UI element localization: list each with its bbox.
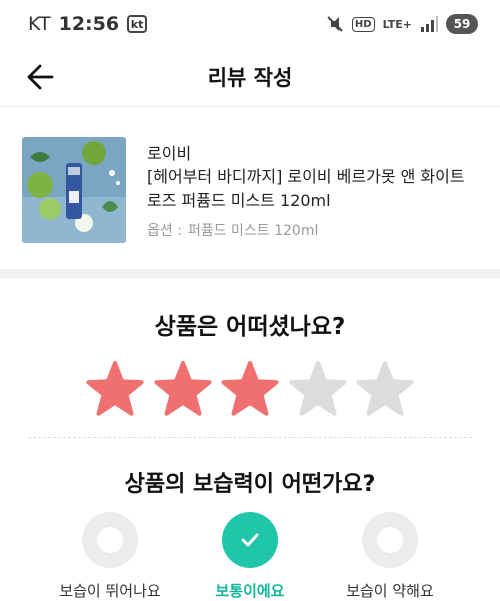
carrier-name: KT — [28, 13, 51, 35]
moisture-options: 보습이 뛰어나요 보통이에요 보습이 약해요 — [40, 512, 460, 600]
check-circle-icon — [222, 512, 278, 568]
product-brand: 로이비 — [147, 144, 192, 163]
moisture-option-label: 보습이 뛰어나요 — [59, 582, 161, 600]
app-bar: 리뷰 작성 — [0, 48, 500, 107]
carrier-badge-icon: kt — [127, 15, 148, 33]
radio-circle-icon — [82, 512, 138, 568]
network-type: LTE+ — [382, 17, 412, 31]
moisture-option-label: 보습이 약해요 — [346, 582, 434, 600]
moisture-option-label: 보통이에요 — [215, 582, 285, 600]
product-option: 옵션 : 퍼퓸드 미스트 120ml — [147, 220, 318, 240]
page-title: 리뷰 작성 — [207, 66, 293, 90]
status-left: KT 12:56 kt — [28, 13, 148, 35]
rating-question: 상품은 어떠셨나요? — [154, 314, 346, 340]
star-3-icon[interactable] — [220, 360, 280, 420]
star-2-icon[interactable] — [153, 360, 213, 420]
star-5-icon[interactable] — [355, 360, 415, 420]
star-rating — [85, 360, 415, 420]
product-name: [헤어부터 바디까지] 로이비 베르가못 앤 화이트로즈 퍼퓸드 미스트 120… — [147, 167, 465, 210]
product-summary: 로이비 [헤어부터 바디까지] 로이비 베르가못 앤 화이트로즈 퍼퓸드 미스트… — [0, 106, 500, 269]
clock: 12:56 — [58, 13, 120, 35]
signal-icon — [421, 16, 438, 32]
moisture-option-2[interactable]: 보통이에요 — [180, 512, 320, 601]
moisture-option-3[interactable]: 보습이 약해요 — [320, 512, 460, 601]
status-right: HD LTE+ 59 — [326, 14, 478, 34]
status-bar: KT 12:56 kt HD LTE+ 59 — [0, 0, 500, 48]
radio-circle-icon — [362, 512, 418, 568]
moisture-question: 상품의 보습력이 어떤가요? — [124, 472, 376, 497]
hd-voice-badge: HD — [351, 16, 375, 32]
option-value: 퍼퓸드 미스트 120ml — [187, 223, 319, 239]
star-4-icon[interactable] — [288, 360, 348, 420]
moisture-option-1[interactable]: 보습이 뛰어나요 — [40, 512, 180, 601]
battery-indicator: 59 — [446, 14, 478, 34]
section-divider — [0, 269, 500, 278]
dashed-divider — [28, 437, 472, 438]
mute-icon — [327, 16, 343, 32]
product-image — [22, 137, 126, 243]
star-1-icon[interactable] — [85, 360, 145, 420]
option-label: 옵션 : — [147, 223, 182, 239]
